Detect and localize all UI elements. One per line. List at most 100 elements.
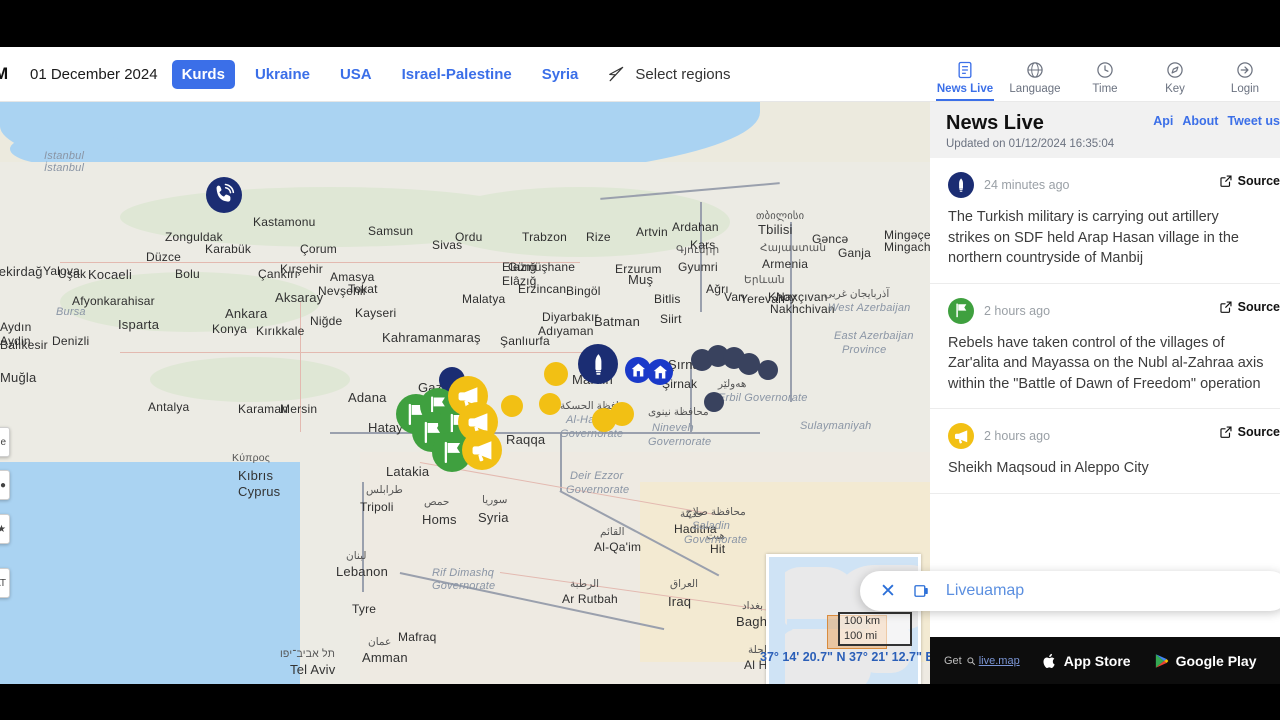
phone-marker[interactable] <box>206 177 242 213</box>
google-play-button[interactable]: Google Play <box>1153 652 1257 670</box>
map-label: Artvin <box>636 225 668 239</box>
map-label: آذربایجان غربی <box>824 288 890 300</box>
map-label: Sivas <box>432 238 463 252</box>
map-label: Kıbrıs <box>238 468 274 483</box>
map-label: Գյումրի <box>676 244 720 256</box>
house-marker-2[interactable] <box>647 359 673 385</box>
yellow-marker-6[interactable] <box>544 362 568 386</box>
flag-marker-icon <box>948 297 974 324</box>
dot-marker-6[interactable] <box>704 392 724 412</box>
nav-tab-ukraine[interactable]: Ukraine <box>245 60 320 89</box>
map-label: West Azerbaijan <box>828 302 911 314</box>
map-label: هەولێر <box>718 378 747 390</box>
tab-news-live-label: News Live <box>936 83 994 95</box>
news-item-source-link[interactable]: Source <box>1219 174 1280 188</box>
map-label: حمص <box>424 496 450 508</box>
yellow-marker-5[interactable] <box>539 393 561 415</box>
yellow-marker-3[interactable] <box>462 430 502 470</box>
tablet-icon <box>914 585 928 597</box>
map-label: İstanbul <box>44 162 85 174</box>
scale-km-row: 100 km <box>838 612 910 629</box>
select-regions-control[interactable]: Select regions <box>606 64 730 84</box>
map-label: Al-Qa'im <box>594 540 642 554</box>
map-label: Bitlis <box>654 292 681 306</box>
liveuamap-label[interactable]: Liveuamap <box>946 582 1024 600</box>
nav-tab-kurds[interactable]: Kurds <box>171 59 235 89</box>
map-canvas[interactable]: Istanbul İstanbul Kocaeli Yalova Düzce Zongul… <box>0 102 930 684</box>
news-item-text: The Turkish military is carrying out art… <box>948 209 1239 267</box>
bomb-marker[interactable] <box>578 344 618 384</box>
tab-login[interactable]: Login <box>1210 60 1280 101</box>
map-label: Van <box>724 290 746 304</box>
map-label: Batman <box>594 314 641 329</box>
road-2 <box>120 352 600 354</box>
map-label: Deir Ezzor <box>570 470 624 482</box>
map-label: Erbil Governorate <box>718 392 808 404</box>
get-live-map-link[interactable]: live.map <box>979 655 1020 667</box>
navigation-arrow-icon <box>609 66 624 82</box>
map-label: Niğde <box>310 314 343 328</box>
close-icon[interactable]: ✕ <box>880 582 896 601</box>
news-item[interactable]: 2 hours ago Source Rebels have taken contr… <box>930 284 1280 410</box>
map-label: თბილისი <box>756 210 805 222</box>
map-label: Çorum <box>300 242 338 256</box>
map-label: Հայաստան <box>760 242 827 254</box>
map-label: Afyonkarahisar <box>72 294 155 308</box>
map-label: Bolu <box>175 267 200 281</box>
map-scale-bar: 100 km 100 mi <box>838 612 912 646</box>
tab-language[interactable]: Language <box>1000 60 1070 101</box>
yellow-marker-8[interactable] <box>610 402 634 426</box>
news-item[interactable]: 24 minutes ago Source The Turkish military… <box>930 158 1280 284</box>
tweet-us-link[interactable]: Tweet us <box>1227 114 1280 128</box>
dot-marker-4[interactable] <box>738 353 760 375</box>
map-label: Karabük <box>205 242 252 256</box>
map-label: سوريا <box>482 494 508 506</box>
map-label: Homs <box>422 512 457 527</box>
news-item-time: 24 minutes ago <box>984 178 1070 192</box>
map-label: Nakhchivan <box>770 302 835 316</box>
site-logo[interactable]: M <box>0 64 16 84</box>
tab-news-live[interactable]: News Live <box>930 60 1000 101</box>
map-label: Aydın <box>0 320 32 334</box>
map-label: Raqqa <box>506 432 546 447</box>
map-label: Siirt <box>660 312 682 326</box>
tab-key[interactable]: Key <box>1140 60 1210 101</box>
map-label: Muş <box>628 272 654 287</box>
map-label: Muğla <box>0 370 37 385</box>
api-link[interactable]: Api <box>1153 114 1173 128</box>
news-item[interactable]: 2 hours ago Source Sheikh Maqsoud in Alepp… <box>930 409 1280 495</box>
current-date-label[interactable]: 01 December 2024 <box>30 66 158 83</box>
border-turkey-armenia <box>700 202 702 312</box>
map-control-4[interactable]: AT <box>0 568 10 598</box>
map-label: Cyprus <box>238 484 281 499</box>
map-label: القائم <box>600 526 625 538</box>
map-label: Κύπρος <box>232 452 271 464</box>
nav-tab-usa[interactable]: USA <box>330 60 382 89</box>
yellow-marker-4[interactable] <box>501 395 523 417</box>
map-label: Khoy <box>768 290 797 304</box>
bomb-marker-icon <box>948 172 974 198</box>
tab-time[interactable]: Time <box>1070 60 1140 101</box>
map-control-1[interactable]: e <box>0 427 10 457</box>
dot-marker-5[interactable] <box>758 360 778 380</box>
screen: M 01 December 2024 Kurds Ukraine USA Isr… <box>0 0 1280 720</box>
letterbox-top <box>0 0 1280 47</box>
about-link[interactable]: About <box>1182 114 1218 128</box>
google-play-icon <box>1155 653 1168 668</box>
app-download-banner: Get live.map App Store Google Play <box>930 637 1280 684</box>
map-label: Aydin <box>0 334 31 348</box>
map-label: Adıyaman <box>538 324 594 338</box>
last-updated-label: Updated on 01/12/2024 16:35:04 <box>946 138 1115 150</box>
map-control-3[interactable]: ★ <box>0 514 10 544</box>
taurus-green <box>150 357 350 402</box>
external-link-icon <box>1220 175 1232 187</box>
app-store-button[interactable]: App Store <box>1042 652 1131 670</box>
map-control-2[interactable]: ● <box>0 470 10 500</box>
map-label: Mafraq <box>398 630 437 644</box>
nav-tab-syria[interactable]: Syria <box>532 60 589 89</box>
news-item-source-link[interactable]: Source <box>1219 425 1280 439</box>
map-label: Kırıkkale <box>256 324 305 338</box>
document-list-icon <box>958 61 972 79</box>
nav-tab-israel-palestine[interactable]: Israel-Palestine <box>392 60 522 89</box>
news-item-source-link[interactable]: Source <box>1219 300 1280 314</box>
